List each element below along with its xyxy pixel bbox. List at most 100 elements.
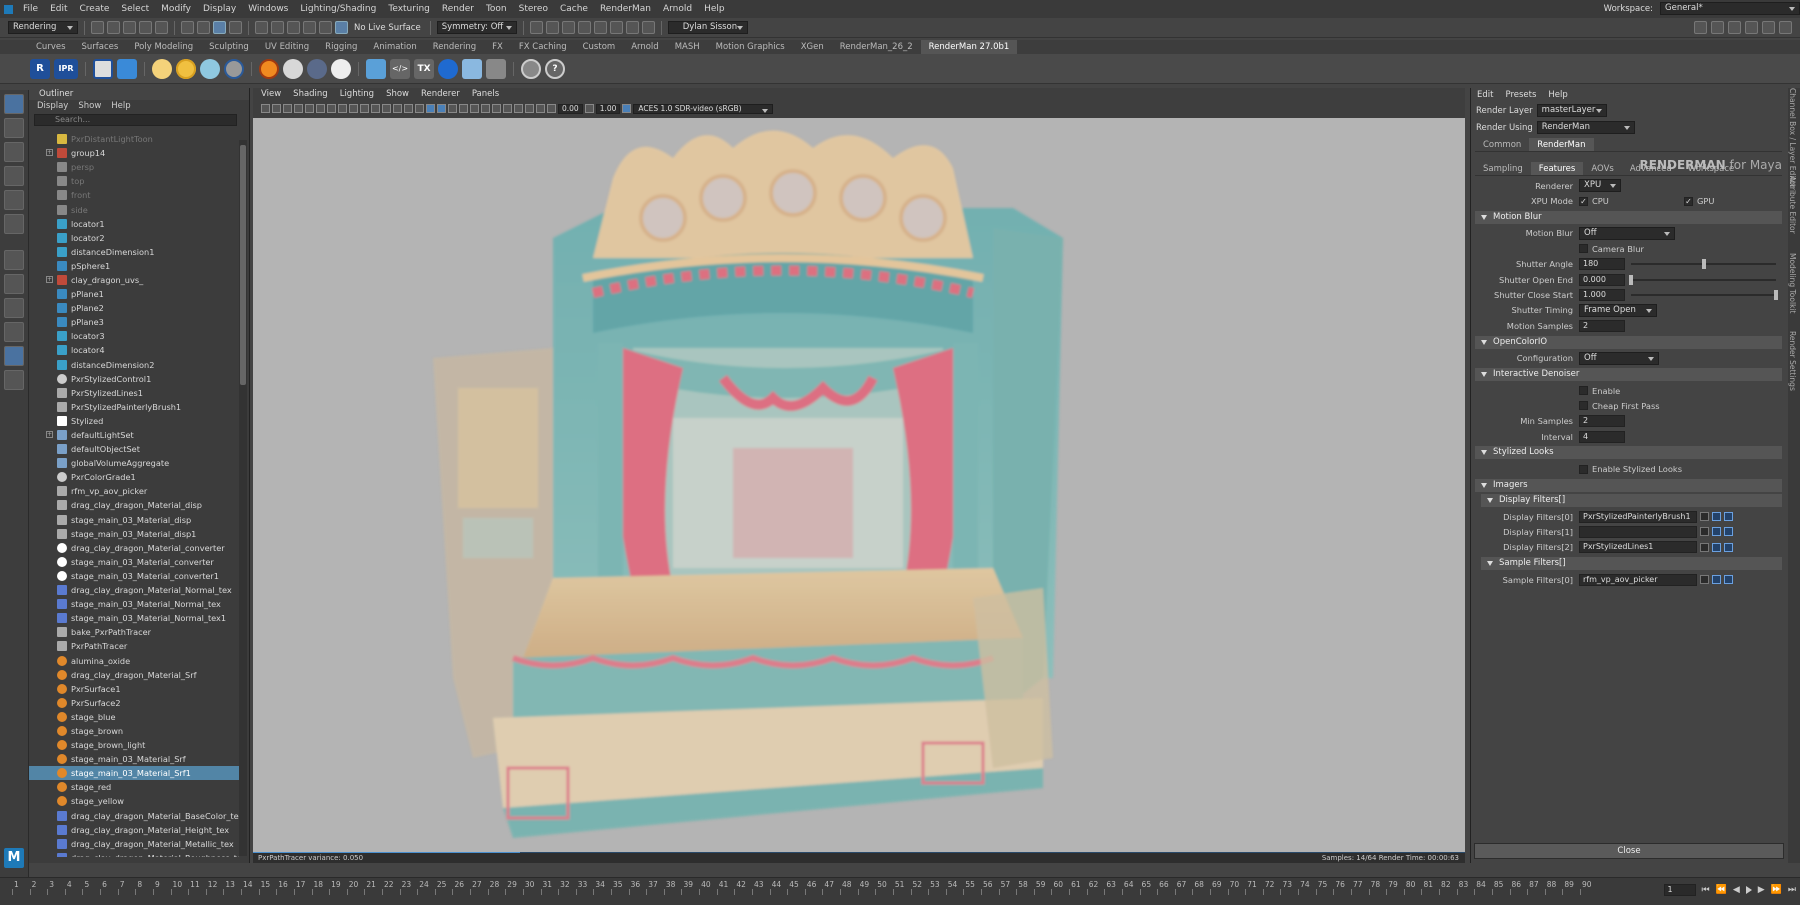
film-gate-icon[interactable] bbox=[316, 104, 325, 113]
xray-joints-icon[interactable] bbox=[525, 104, 534, 113]
tab-renderman[interactable]: RenderMan bbox=[1529, 138, 1594, 151]
four-view-icon[interactable] bbox=[4, 274, 24, 294]
motion-blur-section[interactable]: Motion Blur bbox=[1475, 210, 1782, 224]
outliner-item[interactable]: side bbox=[29, 202, 239, 216]
gamma-field[interactable]: 1.00 bbox=[595, 103, 621, 114]
outliner-item[interactable]: stage_main_03_Material_Srf1 bbox=[29, 766, 239, 781]
shelf-tab-arnold[interactable]: Arnold bbox=[623, 40, 667, 54]
outliner-item[interactable]: distanceDimension1 bbox=[29, 245, 239, 259]
layout-icon[interactable] bbox=[1694, 21, 1707, 34]
render-using-dropdown[interactable]: RenderMan bbox=[1536, 121, 1635, 134]
expand-toggle-icon[interactable]: + bbox=[46, 149, 53, 157]
render-settings-menu-help[interactable]: Help bbox=[1548, 88, 1567, 102]
outliner-item[interactable]: pSphere1 bbox=[29, 259, 239, 273]
maya-logo-icon[interactable]: M bbox=[4, 848, 24, 868]
outliner-item[interactable]: stage_main_03_Material_Normal_tex bbox=[29, 597, 239, 611]
outliner-item[interactable]: stage_main_03_Material_disp bbox=[29, 513, 239, 527]
magnify-icon[interactable] bbox=[4, 370, 24, 390]
outliner-item[interactable]: front bbox=[29, 188, 239, 202]
outliner-item[interactable]: drag_clay_dragon_Material_disp bbox=[29, 498, 239, 512]
ambient-occlusion-icon[interactable] bbox=[459, 104, 468, 113]
outliner-menu-show[interactable]: Show bbox=[78, 100, 101, 112]
field-chart-icon[interactable] bbox=[349, 104, 358, 113]
menu-item-toon[interactable]: Toon bbox=[480, 4, 513, 14]
select-camera-icon[interactable] bbox=[261, 104, 270, 113]
scrollbar-thumb[interactable] bbox=[240, 145, 246, 385]
shelf-tab-fx[interactable]: FX bbox=[484, 40, 511, 54]
outliner-item[interactable]: defaultObjectSet bbox=[29, 442, 239, 456]
imagers-section[interactable]: Imagers bbox=[1475, 478, 1782, 492]
pxr-volume-icon[interactable] bbox=[307, 58, 327, 79]
render-view-canvas[interactable] bbox=[253, 118, 1465, 856]
outliner-item[interactable]: stage_main_03_Material_Normal_tex1 bbox=[29, 611, 239, 625]
shelf-tab-curves[interactable]: Curves bbox=[28, 40, 74, 54]
slider-knob[interactable] bbox=[1629, 274, 1633, 285]
viewport-menu-show[interactable]: Show bbox=[386, 88, 409, 101]
smooth-shade-icon[interactable] bbox=[393, 104, 402, 113]
shelf-tab-poly-modeling[interactable]: Poly Modeling bbox=[126, 40, 201, 54]
outliner-item[interactable]: drag_clay_dragon_Material_Height_tex bbox=[29, 823, 239, 837]
menu-item-lighting-shading[interactable]: Lighting/Shading bbox=[294, 4, 382, 14]
outliner-item[interactable]: rfm_vp_aov_picker bbox=[29, 484, 239, 498]
outliner-menu-help[interactable]: Help bbox=[111, 100, 130, 112]
side-tab-channel-box-layer-editor[interactable]: Channel Box / Layer Editor bbox=[1788, 88, 1797, 188]
outliner-item[interactable]: stage_main_03_Material_Srf bbox=[29, 752, 239, 766]
shelf-tab-renderman-27-0b1[interactable]: RenderMan 27.0b1 bbox=[920, 40, 1018, 54]
shelf-tab-surfaces[interactable]: Surfaces bbox=[74, 40, 127, 54]
menu-set-dropdown[interactable]: Rendering bbox=[8, 21, 78, 34]
live-surface-label[interactable]: No Live Surface bbox=[351, 23, 424, 33]
outliner-item[interactable]: stage_main_03_Material_converter1 bbox=[29, 569, 239, 583]
shutter-close-start-field[interactable]: 1.000 bbox=[1579, 289, 1625, 302]
single-view-icon[interactable] bbox=[4, 250, 24, 270]
shutter-open-end-slider[interactable] bbox=[1629, 274, 1776, 285]
menu-item-edit[interactable]: Edit bbox=[44, 4, 73, 14]
tab-sampling[interactable]: Sampling bbox=[1475, 162, 1531, 175]
pxr-material-icon[interactable] bbox=[283, 58, 303, 79]
outliner-item[interactable]: PxrColorGrade1 bbox=[29, 470, 239, 484]
menu-item-render[interactable]: Render bbox=[436, 4, 480, 14]
sample-filter-select-icon[interactable] bbox=[1724, 575, 1733, 585]
color-management-icon[interactable] bbox=[622, 104, 632, 113]
viewport-menu-shading[interactable]: Shading bbox=[293, 88, 328, 101]
outliner-item[interactable]: top bbox=[29, 174, 239, 188]
rotate-tool-icon[interactable] bbox=[4, 190, 24, 210]
shutter-angle-field[interactable]: 180 bbox=[1579, 258, 1625, 271]
shelf-tab-renderman-26-2[interactable]: RenderMan_26_2 bbox=[832, 40, 921, 54]
configuration-dropdown[interactable]: Off bbox=[1579, 351, 1659, 365]
preset-browser-icon[interactable] bbox=[462, 58, 482, 79]
hypershade-icon[interactable] bbox=[593, 21, 607, 34]
enable-stylized-checkbox[interactable] bbox=[1579, 464, 1588, 474]
help-icon[interactable]: ? bbox=[545, 58, 565, 79]
textured-icon[interactable] bbox=[426, 104, 435, 113]
default-material-icon[interactable] bbox=[404, 104, 413, 113]
wireframe-on-shaded-icon[interactable] bbox=[415, 104, 424, 113]
move-tool-icon[interactable] bbox=[4, 166, 24, 186]
outliner-item[interactable]: locator1 bbox=[29, 217, 239, 231]
resolution-gate-icon[interactable] bbox=[327, 104, 336, 113]
side-tab-render-settings[interactable]: Render Settings bbox=[1788, 322, 1797, 400]
shelf-tab-uv-editing[interactable]: UV Editing bbox=[257, 40, 317, 54]
step-back-frame-icon[interactable]: ◀ bbox=[1733, 885, 1740, 895]
menu-item-windows[interactable]: Windows bbox=[242, 4, 294, 14]
select-component-icon[interactable] bbox=[213, 21, 226, 34]
mask-icon[interactable] bbox=[229, 21, 242, 34]
select-hierarchy-icon[interactable] bbox=[181, 21, 194, 34]
slider-knob[interactable] bbox=[1701, 259, 1706, 270]
outliner-item[interactable]: distanceDimension2 bbox=[29, 358, 239, 372]
menu-item-modify[interactable]: Modify bbox=[155, 4, 197, 14]
outliner-item[interactable]: drag_clay_dragon_Material_Normal_tex bbox=[29, 583, 239, 597]
display-filter-connect-icon[interactable] bbox=[1700, 527, 1709, 537]
go-to-end-icon[interactable]: ⏭ bbox=[1788, 885, 1796, 895]
layout-icon[interactable] bbox=[1728, 21, 1741, 34]
sun-light-icon[interactable] bbox=[176, 58, 196, 79]
motion-samples-field[interactable]: 2 bbox=[1579, 319, 1625, 332]
camera-blur-checkbox[interactable] bbox=[1579, 244, 1588, 254]
snap-surface-icon[interactable] bbox=[319, 21, 332, 34]
outliner-item[interactable]: PxrStylizedPainterlyBrush1 bbox=[29, 400, 239, 414]
shelf-tab-motion-graphics[interactable]: Motion Graphics bbox=[708, 40, 793, 54]
exposure-icon[interactable] bbox=[547, 104, 556, 113]
outliner-item[interactable]: + defaultLightSet bbox=[29, 428, 239, 442]
render-layer-dropdown[interactable]: masterLayer bbox=[1536, 104, 1607, 117]
outliner-item[interactable]: drag_clay_dragon_Material_BaseColor_tex bbox=[29, 809, 239, 823]
outliner-item[interactable]: pPlane3 bbox=[29, 315, 239, 329]
